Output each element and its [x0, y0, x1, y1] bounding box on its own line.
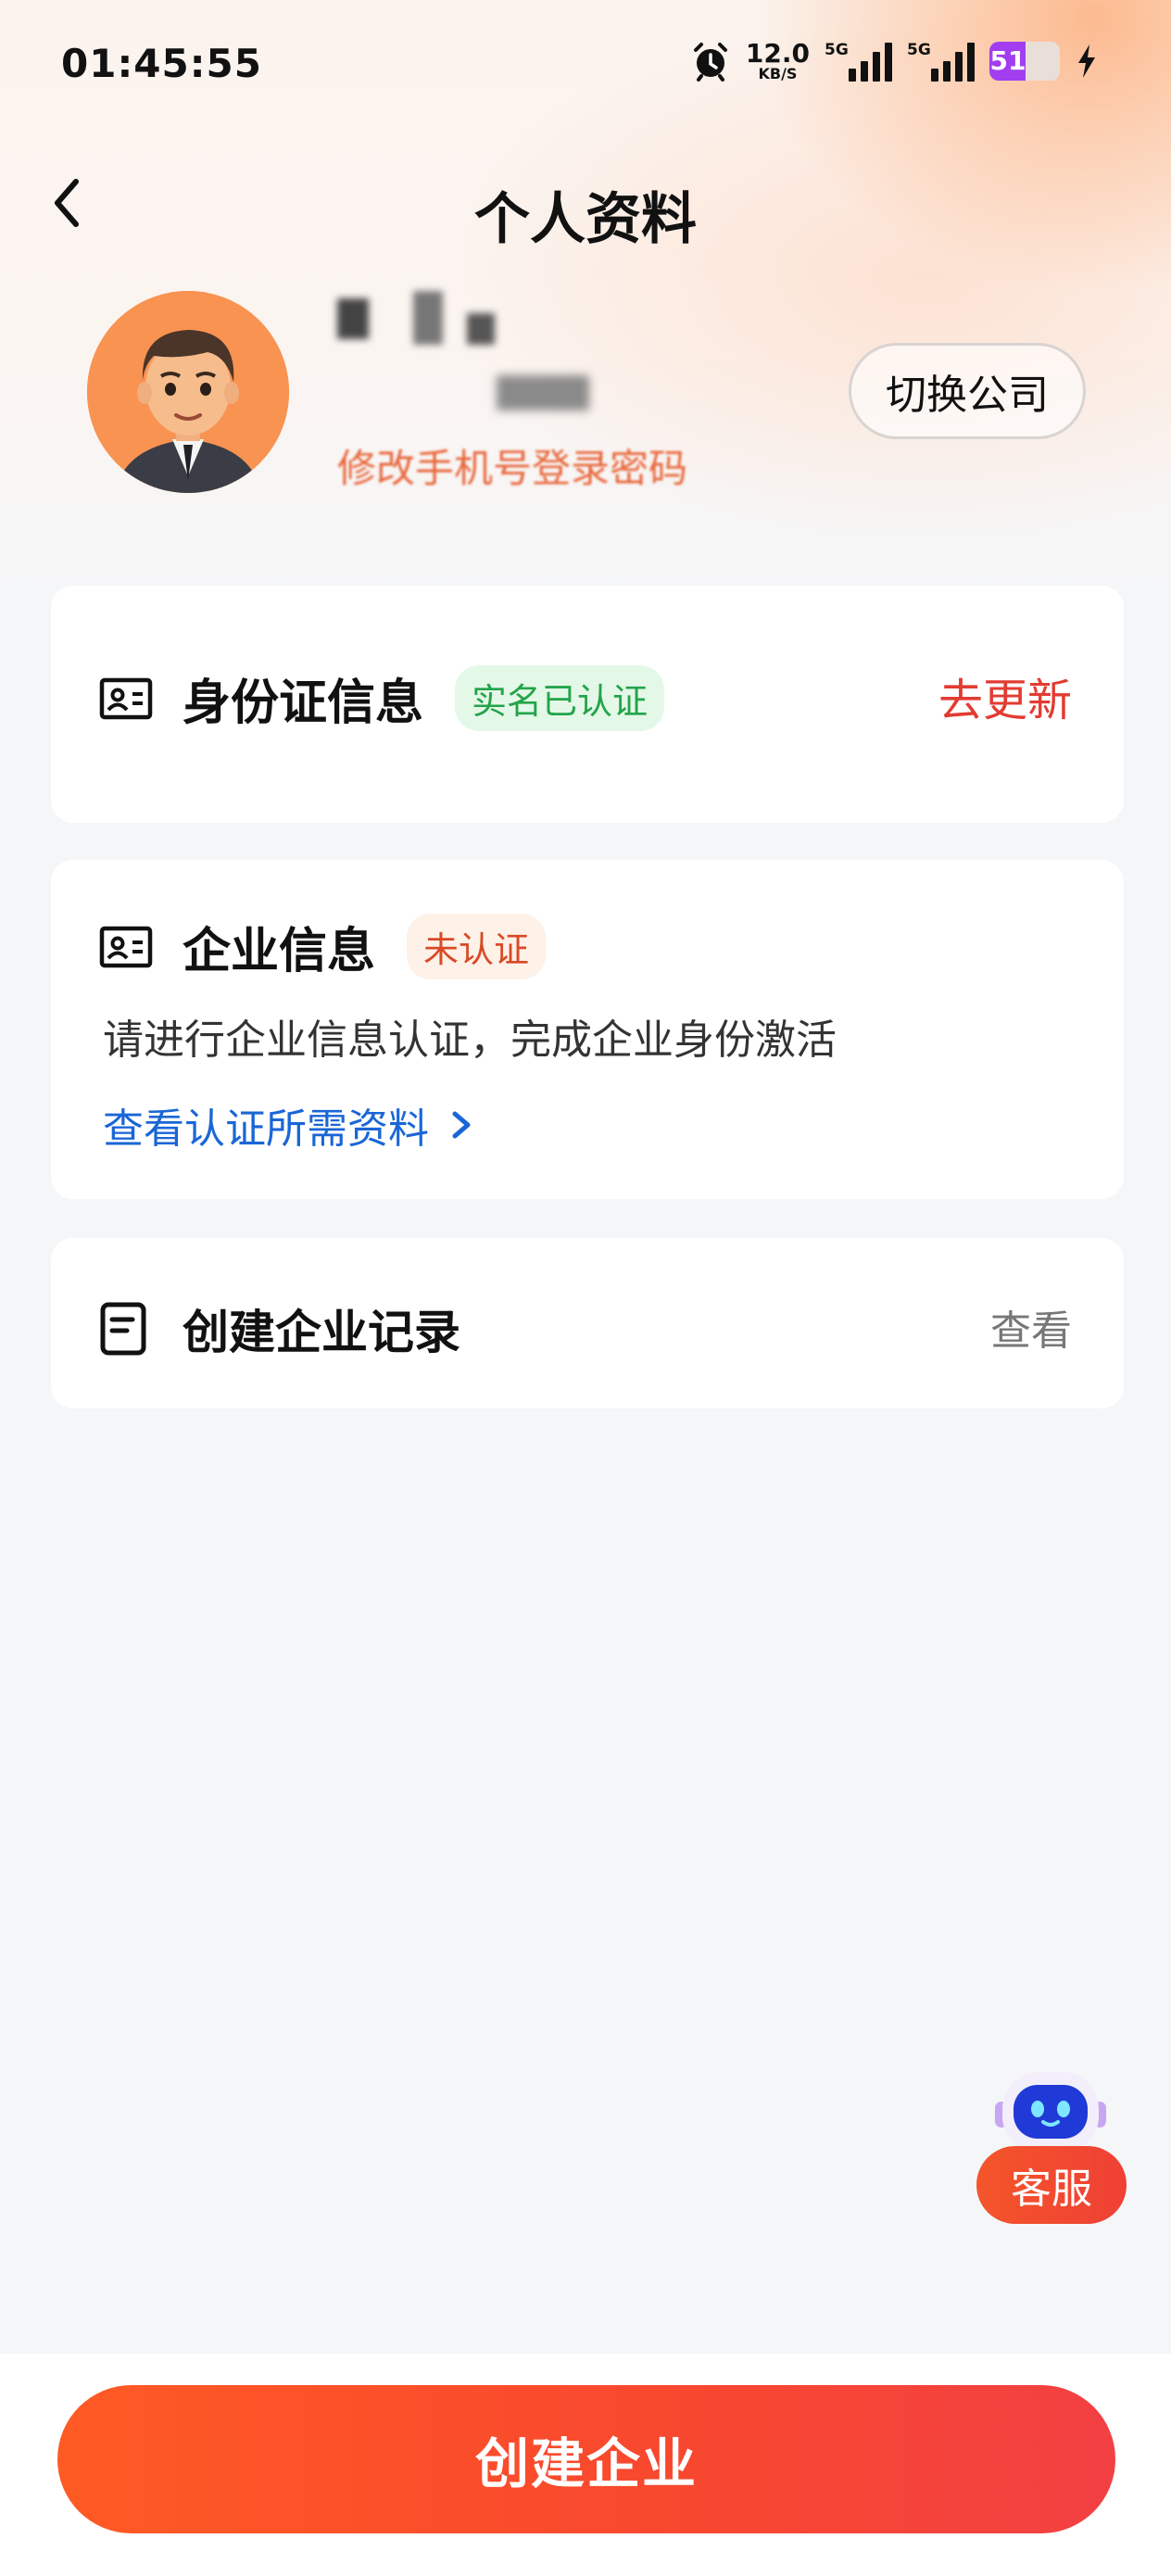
avatar[interactable] — [87, 291, 289, 493]
signal-icon: 5G — [907, 41, 975, 82]
chevron-right-icon — [452, 1111, 471, 1139]
enterprise-info-header: 企业信息 未认证 — [99, 912, 547, 981]
customer-service-button[interactable]: 客服 — [976, 2146, 1127, 2224]
charging-icon — [1078, 44, 1095, 78]
user-phone — [497, 375, 589, 410]
enterprise-info-card: 企业信息 未认证 请进行企业信息认证，完成企业身份激活 查看认证所需资料 — [51, 860, 1124, 1199]
id-card-icon — [99, 926, 153, 967]
signal-icon: 5G — [825, 41, 892, 82]
user-name — [337, 285, 569, 350]
view-records-link[interactable]: 查看 — [990, 1297, 1072, 1357]
verified-badge: 实名已认证 — [455, 665, 665, 731]
change-password-link[interactable]: 修改手机号登录密码 — [337, 437, 687, 494]
view-required-docs-label: 查看认证所需资料 — [103, 1105, 429, 1153]
unverified-badge: 未认证 — [407, 914, 547, 979]
page-title: 个人资料 — [474, 187, 697, 252]
id-info-header: 身份证信息 实名已认证 — [99, 663, 665, 733]
id-card-icon — [99, 677, 153, 719]
enterprise-info-title: 企业信息 — [183, 924, 376, 979]
create-record-header: 创建企业记录 — [99, 1295, 460, 1362]
view-required-docs-link[interactable]: 查看认证所需资料 — [103, 1095, 475, 1155]
nav-bar: 个人资料 — [0, 148, 1171, 259]
network-speed: 12.0 KB/S — [745, 38, 810, 82]
create-record-title: 创建企业记录 — [183, 1306, 460, 1359]
id-info-title: 身份证信息 — [183, 676, 424, 731]
switch-company-button[interactable]: 切换公司 — [849, 343, 1086, 439]
alarm-icon — [693, 43, 727, 82]
create-enterprise-button[interactable]: 创建企业 — [57, 2385, 1115, 2533]
create-record-card[interactable]: 创建企业记录 查看 — [51, 1238, 1124, 1408]
id-info-card[interactable]: 身份证信息 实名已认证 去更新 — [51, 586, 1124, 823]
enterprise-description: 请进行企业信息认证，完成企业身份激活 — [103, 1017, 837, 1064]
document-icon — [100, 1302, 146, 1356]
status-bar: 01:45:55 12.0 KB/S 5G 5G 51 — [0, 0, 1171, 139]
battery-icon: 51 — [989, 42, 1060, 81]
status-icons: 12.0 KB/S 5G 5G 51 — [690, 41, 1099, 82]
update-id-link[interactable]: 去更新 — [938, 663, 1072, 728]
status-time: 01:45:55 — [61, 41, 262, 86]
